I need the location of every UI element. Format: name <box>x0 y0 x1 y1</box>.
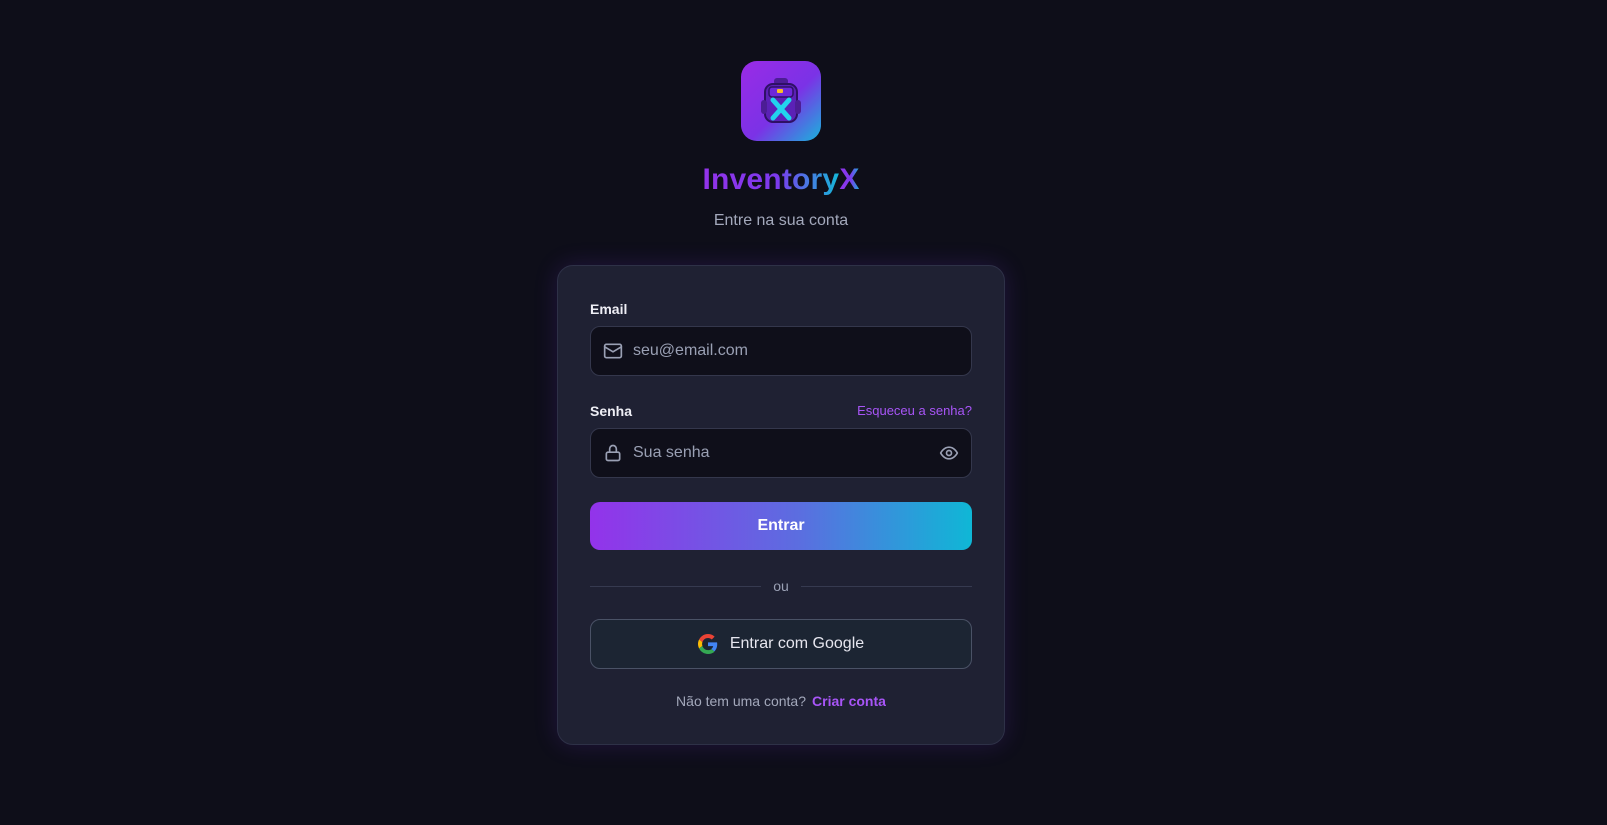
google-icon <box>697 634 718 654</box>
login-button[interactable]: Entrar <box>590 502 972 550</box>
backpack-icon <box>757 76 805 126</box>
lock-icon <box>603 443 623 463</box>
divider-line-left <box>590 585 762 587</box>
app-title-main: Inventory <box>702 163 840 196</box>
mail-icon <box>603 341 623 361</box>
password-label: Senha <box>590 403 633 419</box>
divider-line-right <box>800 585 973 587</box>
signup-row: Não tem uma conta? Criar conta <box>558 693 1004 709</box>
password-field[interactable] <box>590 428 972 478</box>
eye-icon[interactable] <box>939 443 959 463</box>
page-subtitle: Entre na sua conta <box>713 212 849 229</box>
password-input[interactable] <box>633 444 939 462</box>
login-card: Email Senha Esqueceu a senha? <box>557 265 1005 745</box>
email-input[interactable] <box>633 342 959 360</box>
app-title-accent: X <box>839 163 860 196</box>
google-login-label: Entrar com Google <box>729 635 865 652</box>
email-label: Email <box>590 301 628 317</box>
app-logo <box>741 61 821 141</box>
forgot-password-link[interactable]: Esqueceu a senha? <box>857 403 972 418</box>
email-field[interactable] <box>590 326 972 376</box>
app-title: InventoryX <box>0 163 1562 197</box>
create-account-link[interactable]: Criar conta <box>812 693 886 709</box>
signup-prompt: Não tem uma conta? <box>676 693 807 709</box>
google-login-button[interactable]: Entrar com Google <box>590 619 972 669</box>
login-page: InventoryX Entre na sua conta Email Senh… <box>0 0 1607 825</box>
or-divider: ou <box>590 576 973 596</box>
divider-label: ou <box>773 578 789 594</box>
